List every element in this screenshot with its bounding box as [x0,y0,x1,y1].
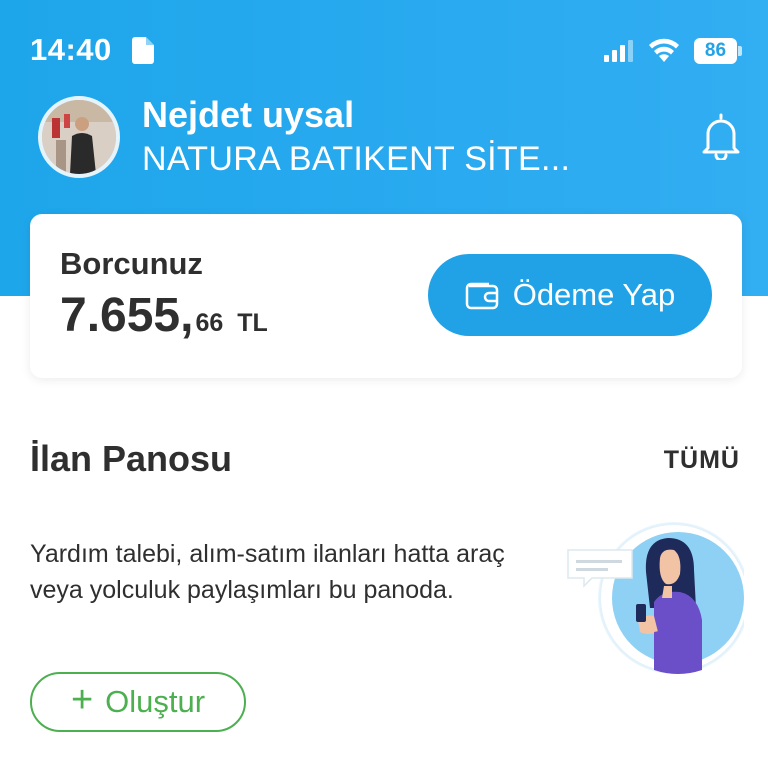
user-name: Nejdet uysal [142,94,355,135]
site-name[interactable]: NATURA BATIKENT SİTE... [142,140,570,179]
plus-icon: + [70,679,94,721]
pay-button[interactable]: Ödeme Yap [428,254,712,336]
battery-icon: 86 [694,38,742,64]
status-bar: 14:40 86 [0,0,768,100]
board-description: Yardım talebi, alım-satım ilanları hatta… [30,540,505,604]
wifi-icon [649,38,679,62]
bell-icon[interactable] [700,112,742,160]
debt-label: Borcunuz [60,246,203,281]
board-title: İlan Panosu [30,438,233,479]
debt-amount: 7.655,66 TL [60,288,268,343]
battery-level: 86 [694,38,737,64]
see-all-link[interactable]: TÜMÜ [664,446,740,475]
status-time: 14:40 [30,32,112,67]
debt-amount-decimal: 66 [195,309,224,337]
create-button[interactable]: + Oluştur [30,672,246,732]
avatar[interactable] [38,96,120,178]
board-illustration [567,522,744,674]
document-icon [132,37,154,64]
pay-button-label: Ödeme Yap [512,277,676,312]
avatar-image [42,100,116,174]
wallet-icon [465,282,498,310]
signal-icon [604,40,633,62]
create-button-label: Oluştur [105,684,206,719]
debt-currency: TL [237,309,268,337]
debt-amount-main: 7.655, [60,289,194,342]
debt-card: Borcunuz 7.655,66 TL Ödeme Yap [30,214,742,378]
